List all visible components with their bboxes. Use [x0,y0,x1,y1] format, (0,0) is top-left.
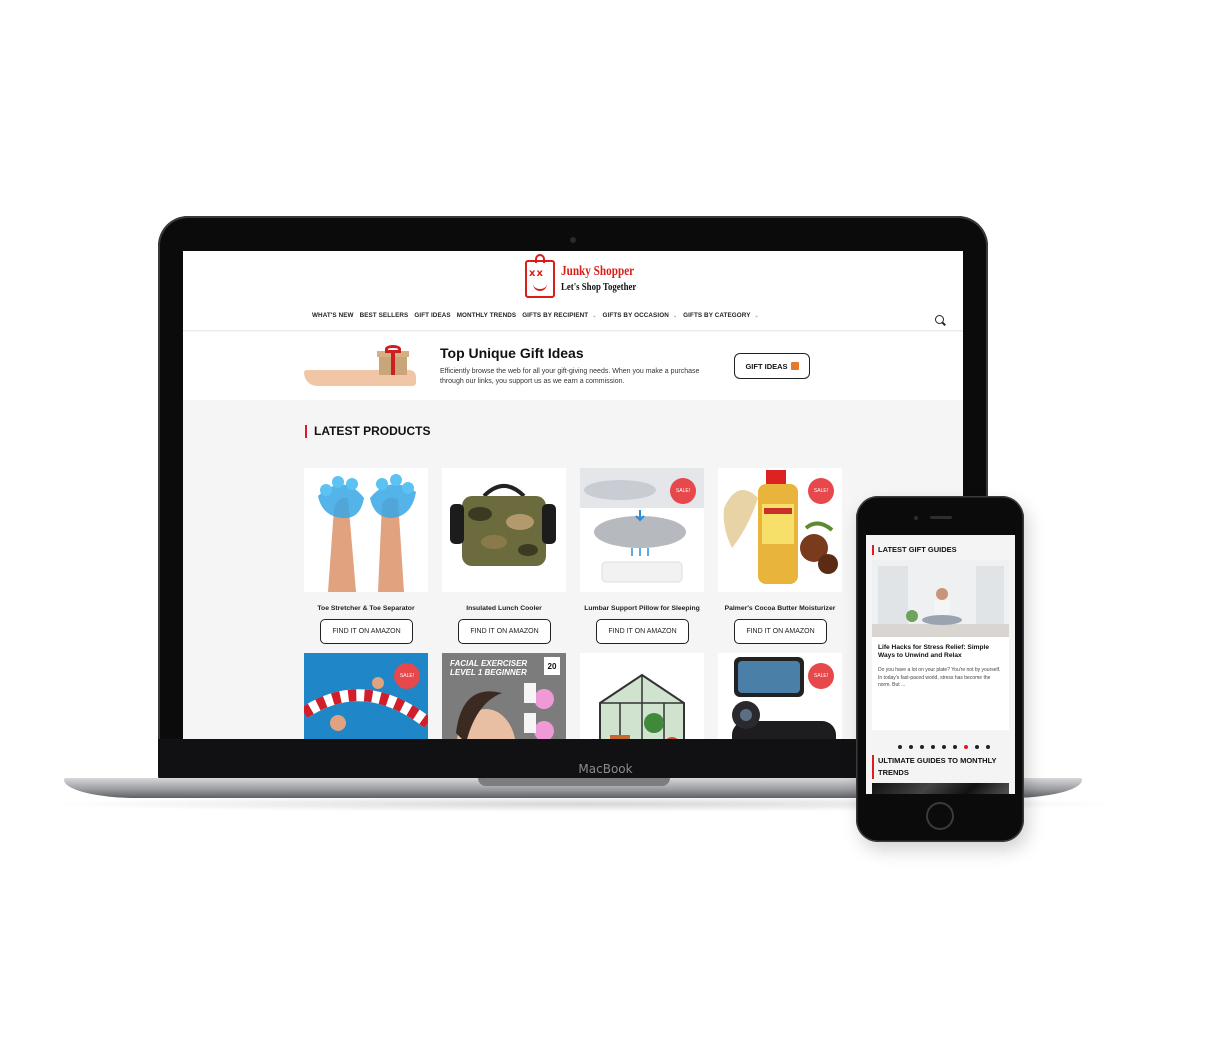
nav-item-best-sellers[interactable]: BEST SELLERS [360,312,409,319]
logo-subtitle: Let's Shop Together [561,281,637,293]
find-it-on-amazon-button[interactable]: FIND IT ON AMAZON [596,619,689,644]
product-image-greenhouse[interactable] [580,653,704,739]
carousel-dot[interactable] [986,745,990,749]
sale-badge: SALE! [670,478,696,504]
chevron-down-icon: ⌄ [672,312,678,319]
product-name: Palmer's Cocoa Butter Moisturizer [724,605,836,612]
gift-guide-image [872,560,1009,637]
chevron-down-icon: ⌄ [592,312,597,319]
chevron-down-icon: ⌄ [754,312,759,319]
carousel-dot[interactable] [953,745,957,749]
carousel-dot[interactable] [931,745,935,749]
sale-badge: SALE! [808,478,834,504]
find-it-on-amazon-button[interactable]: FIND IT ON AMAZON [734,619,827,644]
nav-item-gifts-by-recipient[interactable]: GIFTS BY RECIPIENT ⌄ [522,312,596,319]
phone-camera-icon [914,516,918,520]
sale-badge: SALE! [394,663,420,689]
laptop-notch [478,778,670,786]
nav-item-whats-new[interactable]: WHAT'S NEW [312,312,354,319]
product-image-cocoa-butter[interactable]: SALE! [718,468,842,592]
laptop-camera-icon [570,237,576,243]
latest-products-heading: LATEST PRODUCTS [305,425,430,438]
nav-item-gifts-by-occasion[interactable]: GIFTS BY OCCASION ⌄ [603,312,678,319]
gift-guide-title: Life Hacks for Stress Relief: Simple Way… [878,644,990,659]
laptop-brand-label: MacBook [578,762,633,776]
hero-title: Top Unique Gift Ideas [440,345,584,361]
product-image-lunch-cooler[interactable] [442,468,566,592]
search-icon[interactable] [935,315,944,324]
product-image-lumbar-pillow[interactable]: SALE! [580,468,704,592]
gift-box-icon [375,345,411,375]
logo-title: Junky Shopper [561,264,635,279]
carousel-dot[interactable] [920,745,924,749]
sale-badge: SALE! [808,663,834,689]
carousel-dot[interactable] [898,745,902,749]
ultimate-guides-heading: ULTIMATE GUIDES TO MONTHLY TRENDS [872,755,1010,779]
product-image-speaker-camera[interactable]: SALE! [718,653,842,739]
product-image-toe-separator[interactable] [304,468,428,592]
latest-gift-guides-heading: LATEST GIFT GUIDES [872,545,957,555]
product-name: Insulated Lunch Cooler [466,605,542,612]
site-logo[interactable]: xx Junky Shopper Let's Shop Together [525,254,636,300]
carousel-dot-active[interactable] [964,745,968,749]
phone-screen: LATEST GIFT GUIDES Life Hacks for Stress… [866,535,1015,794]
gift-icon [790,362,799,370]
nav-item-gift-ideas[interactable]: GIFT IDEAS [414,312,450,319]
product-image-pool-float[interactable]: SALE! [304,653,428,739]
product-name: Toe Stretcher & Toe Separator [317,605,415,612]
guide-thumbnail[interactable] [872,783,1009,794]
product-image-facial-exerciser[interactable]: FACIAL EXERCISER LEVEL 1 BEGINNER 20 [442,653,566,739]
carousel-dot[interactable] [975,745,979,749]
nav-item-monthly-trends[interactable]: MONTHLY TRENDS [457,312,516,319]
phone-home-button[interactable] [926,802,954,830]
site-header: xx Junky Shopper Let's Shop Together WHA… [183,251,963,331]
find-it-on-amazon-button[interactable]: FIND IT ON AMAZON [458,619,551,644]
hero-description: Efficiently browse the web for all your … [440,368,700,385]
hero-banner: Top Unique Gift Ideas Efficiently browse… [183,332,963,400]
carousel-dots [898,745,990,749]
product-name: Lumbar Support Pillow for Sleeping [584,605,700,612]
phone-speaker [930,516,952,519]
find-it-on-amazon-button[interactable]: FIND IT ON AMAZON [320,619,413,644]
nav-item-gifts-by-category[interactable]: GIFTS BY CATEGORY ⌄ [683,312,759,319]
carousel-dot[interactable] [942,745,946,749]
gift-guide-excerpt: Do you have a lot on your plate? You're … [878,667,1001,688]
laptop-screen: xx Junky Shopper Let's Shop Together WHA… [183,251,963,739]
main-nav: WHAT'S NEW BEST SELLERS GIFT IDEAS MONTH… [312,312,759,319]
carousel-dot[interactable] [909,745,913,749]
gift-ideas-button[interactable]: GIFT IDEAS [734,353,810,379]
shopping-bag-logo-icon: xx [525,254,555,298]
gift-guide-card[interactable]: Life Hacks for Stress Relief: Simple Way… [872,560,1009,749]
